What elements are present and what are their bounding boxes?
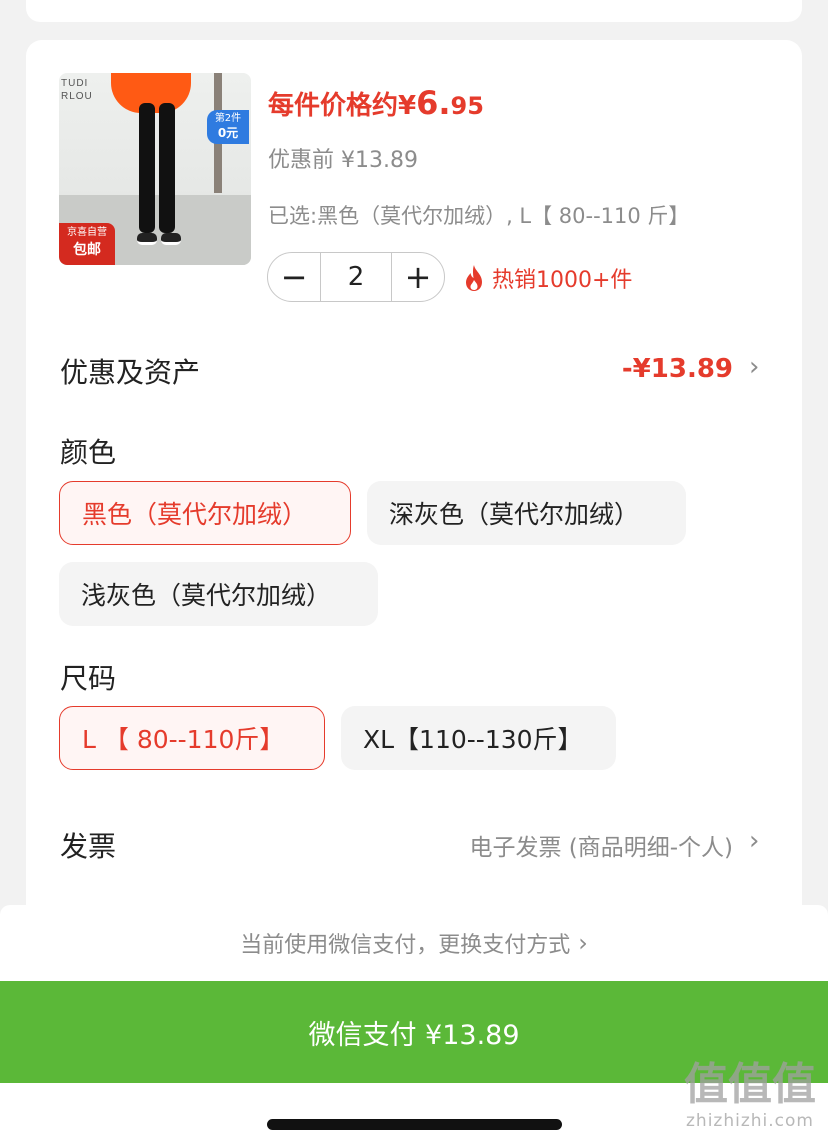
promo-line1: 第2件 [214, 113, 242, 124]
thumb-shoe-left [137, 233, 157, 245]
price-decimal: 95 [450, 92, 484, 120]
size-label: 尺码 [60, 662, 117, 695]
quantity-stepper: − 2 + [267, 252, 445, 302]
increment-button[interactable]: + [392, 253, 444, 301]
price-integer: 6. [416, 84, 451, 122]
decrement-button[interactable]: − [268, 253, 320, 301]
hot-sales-text: 热销1000+件 [492, 268, 633, 293]
color-option-dark-gray[interactable]: 深灰色（莫代尔加绒） [367, 481, 686, 545]
promo-line2: 0元 [217, 126, 239, 140]
size-option-xl[interactable]: XL【110--130斤】 [341, 706, 616, 770]
thumb-brand-text: TUDI RLOU [61, 78, 93, 102]
original-price: 优惠前 ¥13.89 [268, 148, 418, 173]
thumb-shoe-right [161, 233, 181, 245]
invoice-label[interactable]: 发票 [60, 825, 116, 865]
home-indicator[interactable] [267, 1119, 562, 1130]
color-option-black[interactable]: 黑色（莫代尔加绒） [59, 481, 351, 545]
selected-spec: 已选:黑色（莫代尔加绒）, L【 80--110 斤】 [268, 204, 690, 228]
flame-icon [466, 265, 482, 291]
discount-chevron-icon[interactable]: › [749, 352, 759, 382]
promo-tag: 第2件 0元 [207, 110, 249, 144]
watermark: 值值值 zhizhizhi.com [680, 1060, 820, 1132]
change-payment-method[interactable]: 当前使用微信支付，更换支付方式 › [0, 905, 828, 981]
hot-sales: 热销1000+件 [462, 262, 632, 294]
badge-line2: 包邮 [73, 242, 101, 258]
thumb-leg-left [139, 103, 155, 233]
watermark-glyphs: 值值值 [684, 1059, 816, 1110]
color-label: 颜色 [60, 436, 117, 469]
unit-price: 每件价格约¥6.95 [268, 84, 484, 122]
badge-line1: 京喜自营 [67, 227, 107, 238]
thumb-leg-right [159, 103, 175, 233]
product-thumbnail[interactable]: TUDI RLOU 第2件 0元 京喜自营 包邮 [59, 73, 251, 265]
color-option-light-gray[interactable]: 浅灰色（莫代尔加绒） [59, 562, 378, 626]
quantity-value[interactable]: 2 [320, 253, 392, 301]
payment-method-hint: 当前使用微信支付，更换支付方式 [240, 933, 571, 958]
discount-value[interactable]: -¥13.89 [622, 354, 733, 384]
discount-label[interactable]: 优惠及资产 [60, 351, 200, 391]
price-prefix: 每件价格约¥ [268, 91, 417, 121]
free-shipping-badge: 京喜自营 包邮 [59, 223, 115, 265]
previous-card [26, 0, 802, 22]
watermark-url: zhizhizhi.com [686, 1111, 814, 1131]
payment-chevron-icon: › [578, 929, 588, 957]
invoice-value[interactable]: 电子发票 (商品明细-个人) [469, 828, 733, 862]
size-option-l[interactable]: L 【 80--110斤】 [59, 706, 325, 770]
invoice-chevron-icon[interactable]: › [749, 826, 759, 856]
